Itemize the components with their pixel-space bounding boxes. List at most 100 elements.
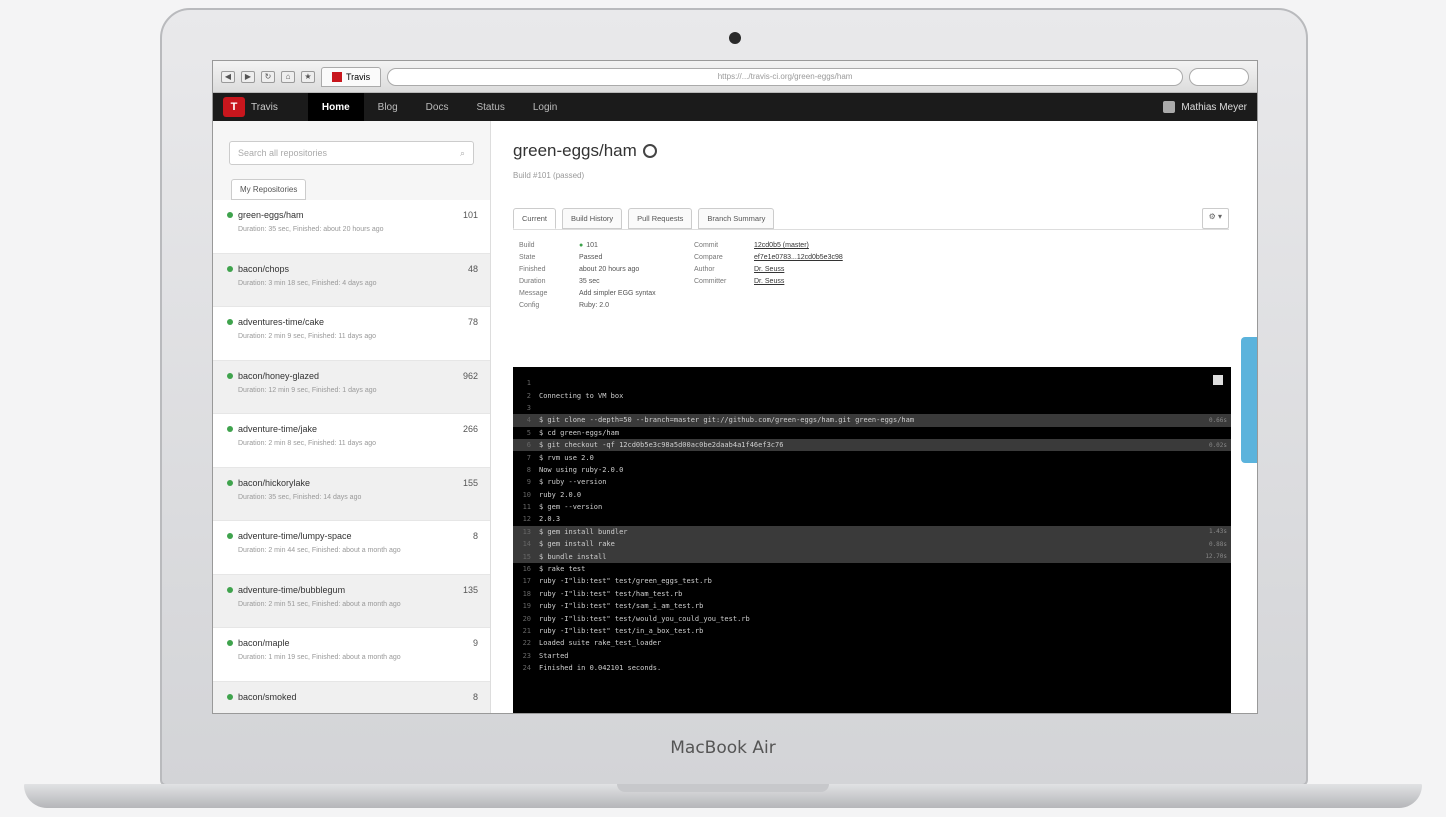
summary-value[interactable]: Dr. Seuss: [754, 278, 914, 285]
reload-icon[interactable]: ↻: [261, 70, 275, 83]
forward-icon[interactable]: ▶: [241, 70, 255, 83]
log-line-number[interactable]: 15: [513, 553, 539, 561]
repo-list-item[interactable]: adventure-time/jake 266 Duration: 2 min 8 …: [213, 414, 490, 468]
log-line[interactable]: 4 $ git clone --depth=50 --branch=master …: [513, 414, 1231, 427]
build-number: 8: [472, 691, 478, 702]
summary-value: about 20 hours ago: [579, 266, 640, 273]
log-line[interactable]: 15 $ bundle install 12.70s: [513, 550, 1231, 563]
favicon-icon: [332, 71, 342, 82]
brand-name[interactable]: Travis: [251, 102, 278, 113]
repo-title[interactable]: green-eggs/ham: [513, 141, 637, 161]
log-line-text: $ gem install bundler: [539, 527, 628, 536]
log-line-number[interactable]: 6: [513, 441, 539, 449]
log-line-number[interactable]: 14: [513, 540, 539, 548]
log-line-number[interactable]: 3: [513, 404, 539, 412]
log-line-text: ruby -I"lib:test" test/sam_i_am_test.rb: [539, 602, 704, 611]
tab-build-history[interactable]: Build History: [562, 208, 623, 229]
repo-name: adventure-time/jake: [238, 424, 318, 434]
log-line-number[interactable]: 1: [513, 379, 539, 387]
log-line-text: Finished in 0.042101 seconds.: [539, 664, 662, 673]
user-avatar-icon: [1163, 101, 1176, 113]
log-line-number[interactable]: 10: [513, 491, 539, 499]
status-dot-icon: [227, 533, 233, 539]
log-line-number[interactable]: 20: [513, 615, 539, 623]
repo-list-item[interactable]: bacon/maple 9 Duration: 1 min 19 sec, Fini…: [213, 628, 490, 682]
build-number: 155: [462, 477, 478, 488]
user-menu[interactable]: Mathias Meyer: [1163, 101, 1247, 113]
log-fullscreen-icon[interactable]: [1213, 375, 1223, 385]
log-line-text: Connecting to VM box: [539, 391, 624, 400]
travis-logo-icon[interactable]: T: [223, 97, 245, 117]
nav-docs[interactable]: Docs: [412, 93, 463, 121]
log-line-number[interactable]: 23: [513, 652, 539, 660]
tab-current[interactable]: Current: [513, 208, 557, 229]
repo-list-item[interactable]: adventure-time/lumpy-space 8 Duration: 2 m…: [213, 521, 490, 575]
status-dot-icon: [227, 479, 233, 486]
address-bar[interactable]: https://.../travis-ci.org/green-eggs/ham: [387, 67, 1183, 86]
summary-value[interactable]: 12cd0b5 (master): [754, 242, 914, 249]
log-line-number[interactable]: 18: [513, 590, 539, 598]
repo-list-item[interactable]: bacon/honey-glazed 962 Duration: 12 min 9 …: [213, 360, 490, 414]
repo-list-item[interactable]: bacon/chops 48 Duration: 3 min 18 sec, Fin…: [213, 253, 490, 307]
bookmark-icon[interactable]: ★: [301, 70, 315, 83]
tab-branch-summary[interactable]: Branch Summary: [698, 208, 775, 229]
log-line[interactable]: 14 $ gem install rake 0.88s: [513, 538, 1231, 551]
log-line[interactable]: 6 $ git checkout -qf 12cd0b5e3c98a5d00ac0…: [513, 438, 1231, 452]
repo-search-input[interactable]: Search all repositories ⌕: [229, 141, 474, 165]
summary-label: Author: [694, 266, 715, 273]
repo-list-item[interactable]: adventures-time/cake 78 Duration: 2 min 9 …: [213, 307, 490, 361]
log-line[interactable]: 13 $ gem install bundler 1.43s: [513, 525, 1231, 539]
summary-value[interactable]: ef7e1e0783...12cd0b5e3c98: [754, 254, 914, 261]
summary-value[interactable]: Dr. Seuss: [754, 266, 914, 273]
log-line-text: $ rake test: [539, 565, 586, 574]
browser-tab[interactable]: Travis: [321, 66, 382, 87]
log-line-number[interactable]: 4: [513, 416, 539, 424]
nav-status[interactable]: Status: [462, 93, 518, 121]
status-dot-icon: [227, 640, 233, 646]
nav-login[interactable]: Login: [519, 93, 571, 121]
log-line-number[interactable]: 8: [513, 466, 539, 474]
log-line-number[interactable]: 13: [513, 528, 539, 536]
repo-list-item[interactable]: bacon/hickorylake 155 Duration: 35 sec, Fi…: [213, 467, 490, 521]
log-line-number[interactable]: 16: [513, 565, 539, 573]
tab-pull-requests[interactable]: Pull Requests: [628, 208, 693, 229]
github-icon[interactable]: [642, 144, 657, 158]
sidebar: Search all repositories ⌕ My Repositorie…: [213, 121, 491, 713]
summary-value: Ruby: 2.0: [579, 302, 609, 309]
nav-blog[interactable]: Blog: [364, 93, 412, 121]
log-line: 16 $ rake test: [513, 563, 1231, 575]
summary-value: Passed: [579, 254, 603, 261]
log-line-number[interactable]: 19: [513, 602, 539, 610]
summary-label: [694, 290, 754, 297]
tab-my-repositories[interactable]: My Repositories: [231, 179, 307, 200]
log-line-text: $ cd green-eggs/ham: [539, 428, 620, 437]
log-line-number[interactable]: 21: [513, 627, 539, 635]
repo-list-item[interactable]: adventure-time/bubblegum 135 Duration: 2 m…: [213, 574, 490, 628]
content-area: Search all repositories ⌕ My Repositorie…: [213, 121, 1257, 713]
log-line-number[interactable]: 11: [513, 503, 539, 511]
back-icon[interactable]: ◀: [221, 70, 235, 83]
log-line: 18 ruby -I"lib:test" test/ham_test.rb: [513, 588, 1231, 600]
log-line-text: $ gem install rake: [539, 540, 615, 549]
tools-dropdown[interactable]: ⚙ ▾: [1201, 208, 1229, 229]
log-line-number[interactable]: 9: [513, 478, 539, 486]
build-number: 266: [462, 424, 478, 434]
log-line-number[interactable]: 22: [513, 639, 539, 647]
log-line-number[interactable]: 24: [513, 664, 539, 672]
log-line-number[interactable]: 2: [513, 392, 539, 400]
nav-home[interactable]: Home: [307, 93, 364, 121]
repo-list-item[interactable]: green-eggs/ham 101 Duration: 35 sec, Finis…: [213, 200, 490, 254]
feedback-tab[interactable]: [1241, 337, 1257, 463]
log-line-duration: 0.66s: [1208, 416, 1227, 424]
log-line-number[interactable]: 7: [513, 454, 539, 462]
home-icon[interactable]: ⌂: [281, 70, 295, 83]
log-line-number[interactable]: 17: [513, 577, 539, 585]
repo-list-item[interactable]: bacon/smoked 8: [213, 681, 490, 713]
browser-search[interactable]: [1189, 67, 1249, 86]
log-line-duration: 1.43s: [1208, 528, 1227, 536]
repo-meta: Duration: 2 min 44 sec, Finished: about …: [238, 547, 401, 554]
log-line-number[interactable]: 12: [513, 515, 539, 523]
repo-name: bacon/smoked: [238, 691, 297, 702]
log-line-number[interactable]: 5: [513, 429, 539, 437]
log-line: 3: [513, 402, 1231, 414]
